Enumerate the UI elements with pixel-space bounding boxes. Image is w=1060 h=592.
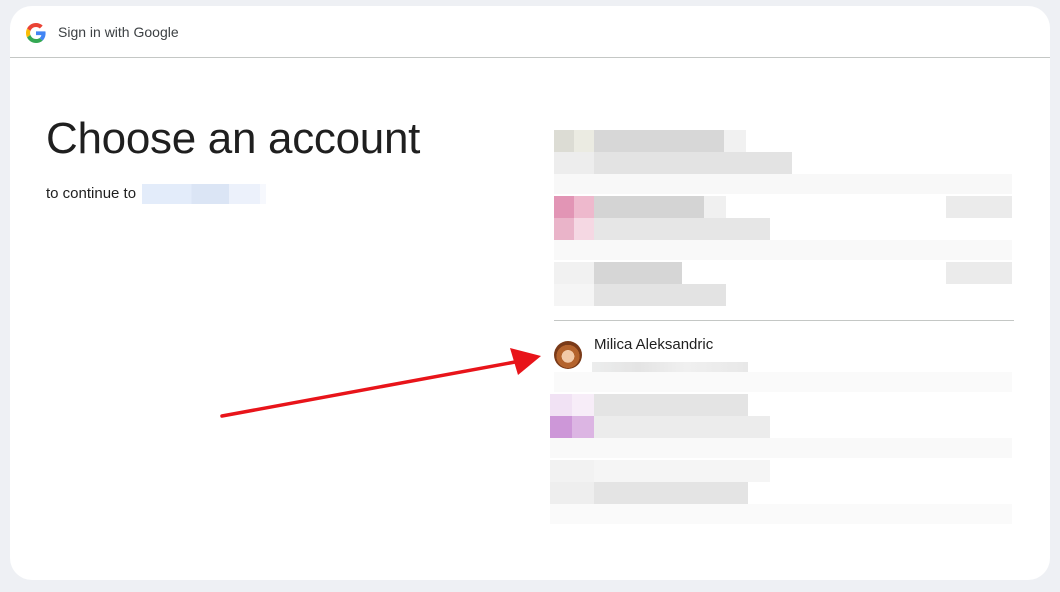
red-arrow-annotation <box>220 348 541 418</box>
arrow-shaft <box>220 360 517 418</box>
arrow-head <box>510 348 541 375</box>
